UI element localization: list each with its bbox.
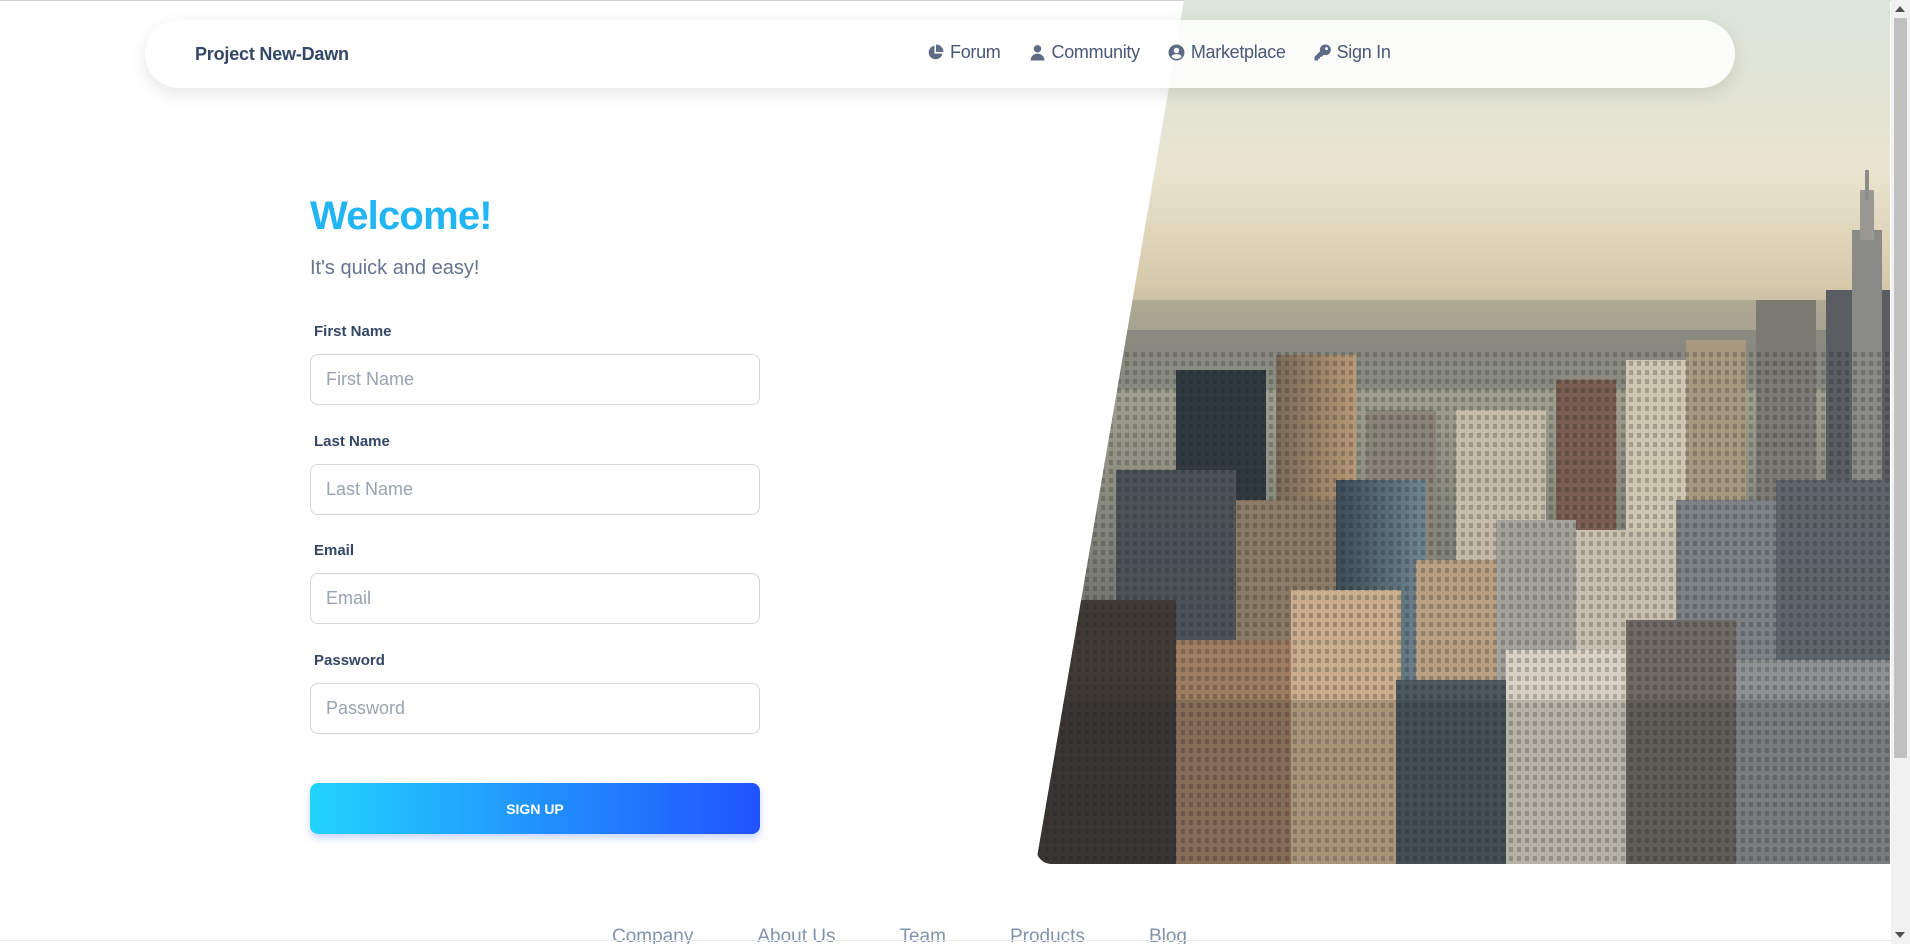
password-input[interactable]	[310, 683, 760, 734]
first-name-label: First Name	[314, 323, 392, 340]
brand-logo-text[interactable]: Project New-Dawn	[195, 44, 349, 65]
nav-link-marketplace[interactable]: Marketplace	[1168, 42, 1286, 63]
nav-link-sign-in[interactable]: Sign In	[1314, 42, 1391, 63]
user-circle-icon	[1168, 44, 1185, 61]
vertical-scrollbar[interactable]	[1891, 0, 1910, 944]
nav-link-label: Community	[1051, 42, 1141, 62]
footer-link-about-us[interactable]: About Us	[757, 926, 835, 944]
nav-links: Forum Community Marketplace Sign In	[927, 42, 1391, 63]
sign-up-button[interactable]: SIGN UP	[310, 783, 760, 834]
key-icon	[1314, 44, 1331, 61]
user-icon	[1030, 45, 1044, 61]
last-name-input[interactable]	[310, 464, 760, 515]
nav-link-label: Marketplace	[1190, 42, 1286, 62]
footer-links: Company About Us Team Products Blog	[612, 926, 1251, 944]
footer-link-blog[interactable]: Blog	[1149, 926, 1187, 944]
footer-link-company[interactable]: Company	[612, 926, 693, 944]
email-label: Email	[314, 542, 355, 559]
page-subtitle: It's quick and easy!	[310, 257, 480, 279]
scroll-up-arrow-icon[interactable]	[1895, 6, 1905, 12]
top-navbar: Project New-Dawn Forum Community Marketp…	[145, 20, 1735, 88]
footer-link-products[interactable]: Products	[1010, 926, 1085, 944]
scrollbar-thumb[interactable]	[1894, 18, 1907, 758]
password-label: Password	[314, 652, 385, 669]
nav-link-forum[interactable]: Forum	[927, 42, 1001, 63]
pie-chart-icon	[928, 44, 944, 60]
footer-link-team[interactable]: Team	[899, 926, 945, 944]
bottom-divider	[0, 940, 1894, 941]
email-input[interactable]	[310, 573, 760, 624]
scroll-down-arrow-icon[interactable]	[1895, 932, 1905, 938]
page-title: Welcome!	[310, 194, 493, 238]
hero-city-image	[1036, 0, 1890, 864]
nav-link-community[interactable]: Community	[1029, 42, 1140, 63]
first-name-input[interactable]	[310, 354, 760, 405]
nav-link-label: Sign In	[1336, 42, 1391, 62]
last-name-label: Last Name	[314, 433, 390, 450]
nav-link-label: Forum	[950, 42, 1001, 62]
